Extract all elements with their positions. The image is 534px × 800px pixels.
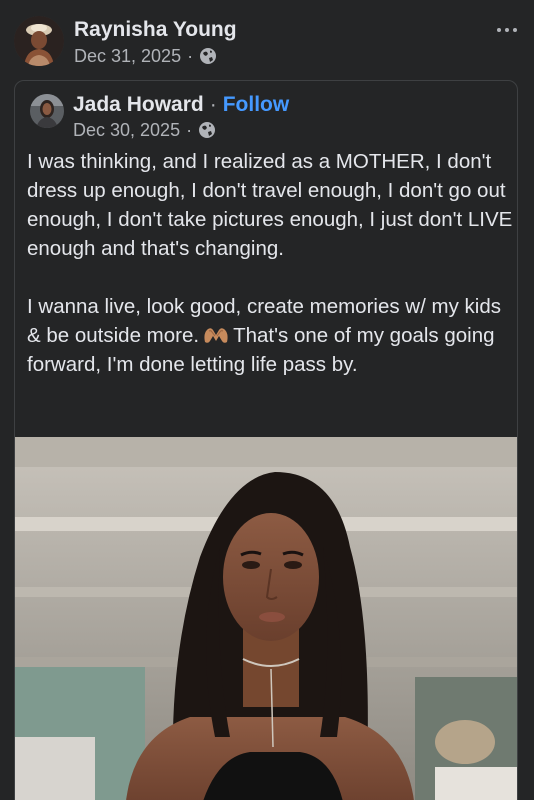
shared-post-card[interactable]: Jada Howard · Follow Dec 30, 2025 · I wa…: [14, 80, 518, 800]
follow-button[interactable]: Follow: [223, 92, 290, 118]
shared-post-header: Jada Howard · Follow Dec 30, 2025 ·: [15, 81, 517, 141]
meta-separator: ·: [186, 120, 193, 140]
post-photo[interactable]: [15, 437, 517, 800]
globe-icon: [198, 121, 216, 139]
more-horizontal-icon: [497, 28, 501, 32]
author-name[interactable]: Raynisha Young: [74, 17, 237, 43]
post-header: Raynisha Young Dec 31, 2025 ·: [0, 0, 534, 74]
meta-separator: ·: [187, 46, 194, 66]
shared-post-meta: Dec 30, 2025 ·: [73, 119, 216, 141]
shared-name-row: Jada Howard · Follow: [73, 92, 289, 118]
name-separator: ·: [209, 93, 217, 116]
facebook-post-view: Raynisha Young Dec 31, 2025 · Jada Howar…: [0, 0, 534, 800]
shared-post-date[interactable]: Dec 30, 2025: [73, 119, 180, 141]
author-avatar[interactable]: [14, 16, 64, 66]
post-date[interactable]: Dec 31, 2025: [74, 45, 181, 67]
post-paragraph-2: I wanna live, look good, create memories…: [27, 292, 513, 379]
post-meta: Dec 31, 2025 ·: [74, 45, 217, 67]
post-paragraph-1: I was thinking, and I realized as a MOTH…: [27, 150, 513, 260]
more-options-button[interactable]: [494, 22, 520, 38]
shared-author-name[interactable]: Jada Howard: [73, 92, 204, 118]
globe-icon: [199, 47, 217, 65]
post-body-text: I was thinking, and I realized as a MOTH…: [27, 147, 513, 379]
heart-hands-emoji: [202, 325, 230, 345]
shared-author-avatar[interactable]: [30, 94, 64, 128]
